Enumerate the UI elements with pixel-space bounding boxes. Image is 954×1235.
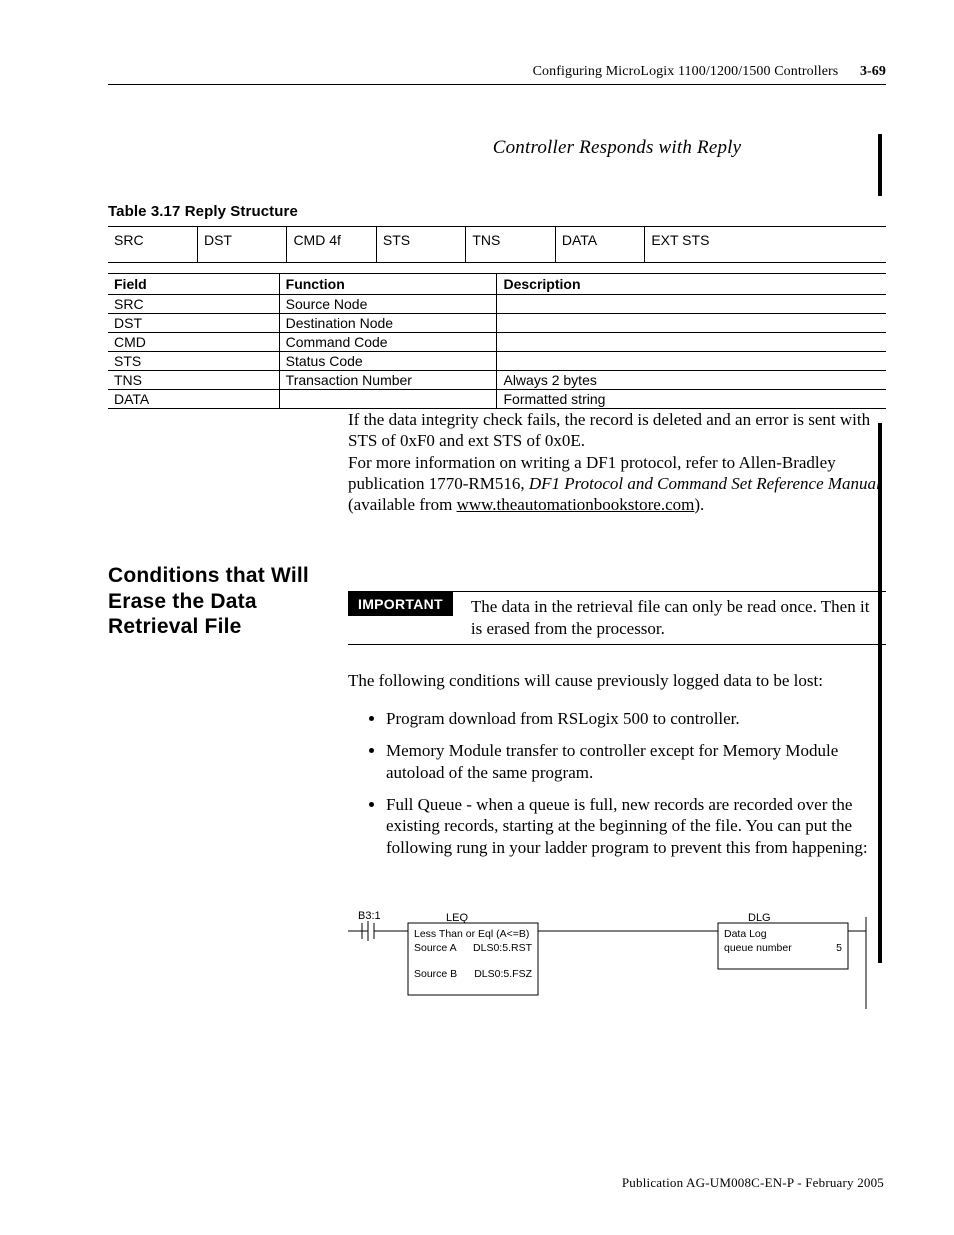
cell: EXT STS: [645, 227, 886, 263]
cell: DST: [108, 314, 279, 333]
cell: [497, 314, 886, 333]
th: Function: [279, 274, 497, 295]
cell: TNS: [466, 227, 555, 263]
cell: CMD 4f: [287, 227, 376, 263]
svg-text:5: 5: [836, 942, 842, 954]
cell: Transaction Number: [279, 371, 497, 390]
table-caption: Table 3.17 Reply Structure: [108, 203, 886, 220]
cell: [279, 390, 497, 409]
leq-title: LEQ: [446, 912, 468, 924]
section-heading: Conditions that Will Erase the Data Retr…: [108, 563, 348, 1029]
text-italic: DF1 Protocol and Command Set Reference M…: [529, 474, 881, 493]
cell: CMD: [108, 333, 279, 352]
cell: Always 2 bytes: [497, 371, 886, 390]
cell: Status Code: [279, 352, 497, 371]
paragraph: If the data integrity check fails, the r…: [348, 409, 886, 452]
section-subtitle: Controller Responds with Reply: [348, 137, 886, 159]
th: Description: [497, 274, 886, 295]
publication-footer: Publication AG-UM008C-EN-P - February 20…: [622, 1175, 884, 1191]
paragraph: The following conditions will cause prev…: [348, 671, 886, 691]
field-description-table: Field Function Description SRCSource Nod…: [108, 273, 886, 409]
cell: Source Node: [279, 295, 497, 314]
svg-text:Less Than or Eql (A<=B): Less Than or Eql (A<=B): [414, 928, 529, 940]
cell: [497, 295, 886, 314]
svg-text:DLS0:5.RST: DLS0:5.RST: [473, 942, 533, 954]
cell: Command Code: [279, 333, 497, 352]
link-automationbookstore[interactable]: www.theautomationbookstore.com: [457, 495, 695, 514]
running-header: Configuring MicroLogix 1100/1200/1500 Co…: [108, 64, 886, 85]
contact-label: B3:1: [358, 910, 381, 922]
bullet-list: Program download from RSLogix 500 to con…: [348, 708, 886, 859]
cell: Destination Node: [279, 314, 497, 333]
cell: STS: [108, 352, 279, 371]
cell: DST: [197, 227, 286, 263]
svg-text:DLG: DLG: [748, 912, 771, 924]
svg-text:DLS0:5.FSZ: DLS0:5.FSZ: [474, 968, 532, 980]
ladder-diagram: B3:1 LEQ: [348, 909, 886, 1029]
important-callout: IMPORTANT The data in the retrieval file…: [348, 591, 886, 645]
cell: TNS: [108, 371, 279, 390]
cell: DATA: [555, 227, 644, 263]
cell: DATA: [108, 390, 279, 409]
th: Field: [108, 274, 279, 295]
cell: [497, 333, 886, 352]
list-item: Program download from RSLogix 500 to con…: [386, 708, 886, 730]
cell: [497, 352, 886, 371]
svg-text:Source A: Source A: [414, 942, 457, 954]
cell: SRC: [108, 227, 197, 263]
cell: STS: [376, 227, 465, 263]
cell: Formatted string: [497, 390, 886, 409]
cell: SRC: [108, 295, 279, 314]
paragraph: For more information on writing a DF1 pr…: [348, 452, 886, 516]
list-item: Full Queue - when a queue is full, new r…: [386, 794, 886, 859]
svg-text:queue number: queue number: [724, 942, 792, 954]
page-number: 3-69: [860, 64, 886, 79]
reply-structure-table: SRC DST CMD 4f STS TNS DATA EXT STS: [108, 226, 886, 263]
svg-text:Source B: Source B: [414, 968, 457, 980]
text: ).: [694, 495, 704, 514]
svg-text:Data Log: Data Log: [724, 928, 767, 940]
text: (available from: [348, 495, 457, 514]
important-text: The data in the retrieval file can only …: [453, 592, 886, 644]
important-tag: IMPORTANT: [348, 592, 453, 616]
list-item: Memory Module transfer to controller exc…: [386, 740, 886, 784]
header-title: Configuring MicroLogix 1100/1200/1500 Co…: [533, 64, 839, 79]
